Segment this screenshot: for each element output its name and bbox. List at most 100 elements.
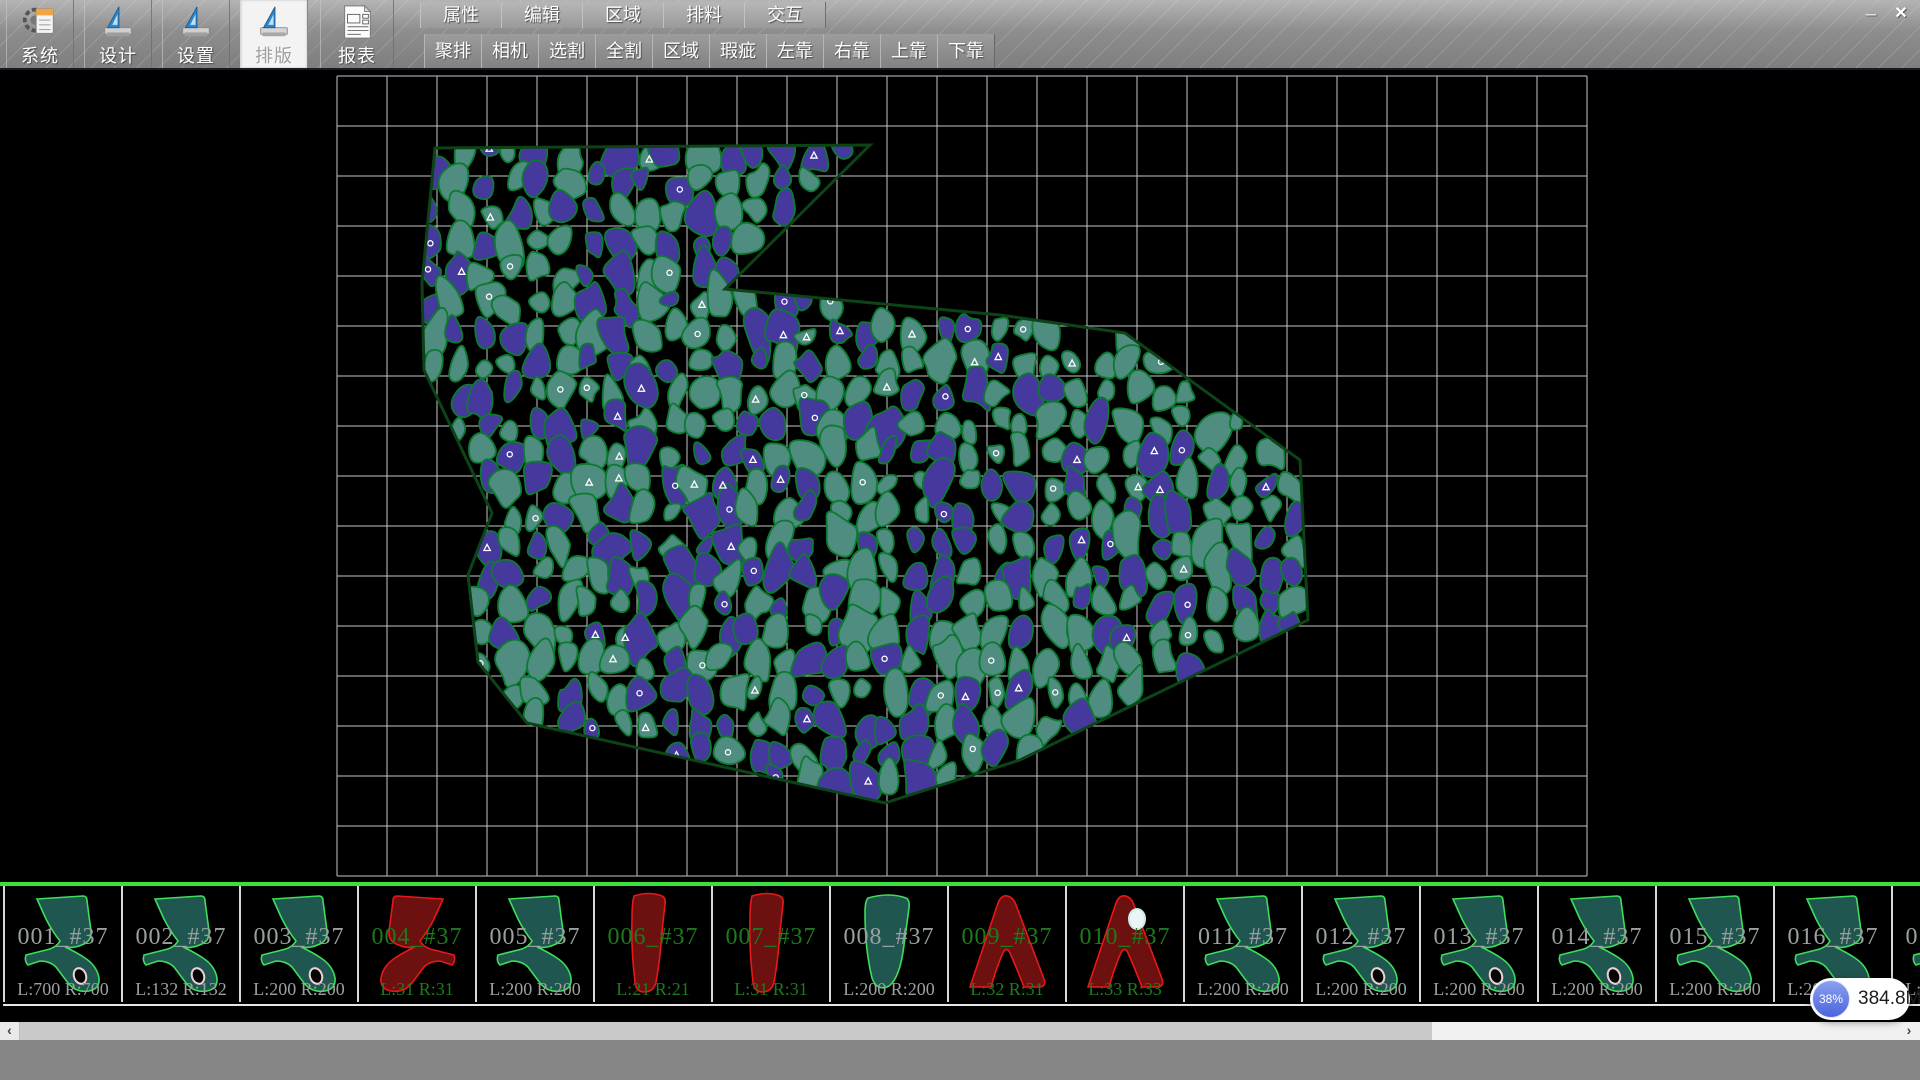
nested-piece[interactable] xyxy=(582,196,604,223)
thumbnail-cell[interactable]: 012_#37L:200 R:200 xyxy=(1303,886,1421,1002)
nested-piece[interactable] xyxy=(1194,412,1234,455)
nested-piece[interactable] xyxy=(497,141,518,164)
tool-button-cluster[interactable]: 聚排 xyxy=(424,34,482,68)
nested-piece[interactable] xyxy=(843,458,883,506)
nested-piece[interactable] xyxy=(952,557,984,589)
nested-piece[interactable] xyxy=(714,324,739,354)
menu-tab-nesting[interactable]: 排料 xyxy=(663,2,745,28)
nested-piece[interactable] xyxy=(500,368,526,405)
thumbnail-cell[interactable]: 003_#37L:200 R:200 xyxy=(241,886,359,1002)
thumbnail-cell[interactable]: 015_#37L:200 R:200 xyxy=(1657,886,1775,1002)
minimize-button[interactable]: ─ xyxy=(1858,4,1884,24)
thumbnail-cell[interactable]: 005_#37L:200 R:200 xyxy=(477,886,595,1002)
nested-piece[interactable] xyxy=(528,376,547,402)
nested-piece[interactable] xyxy=(544,221,574,257)
menu-tab-properties[interactable]: 属性 xyxy=(420,2,502,28)
nested-piece[interactable] xyxy=(898,377,925,413)
nested-piece[interactable] xyxy=(1063,379,1087,408)
nested-piece[interactable] xyxy=(1254,525,1276,551)
tool-button-align-left[interactable]: 左靠 xyxy=(766,34,824,68)
tool-button-region[interactable]: 区域 xyxy=(652,34,710,68)
nested-piece[interactable] xyxy=(1000,498,1036,534)
nested-piece[interactable] xyxy=(758,406,787,441)
close-button[interactable]: ✕ xyxy=(1888,4,1914,24)
nested-piece[interactable] xyxy=(769,186,800,228)
nested-piece[interactable] xyxy=(716,374,747,414)
nested-piece[interactable] xyxy=(876,529,895,555)
thumbnail-cell[interactable]: 004_#37L:31 R:31 xyxy=(359,886,477,1002)
nested-piece[interactable] xyxy=(1005,430,1034,467)
nested-piece[interactable] xyxy=(1087,582,1117,619)
nested-piece[interactable] xyxy=(703,639,735,675)
nested-piece[interactable] xyxy=(931,382,958,413)
thumbnail-cell[interactable]: 013_#37L:200 R:200 xyxy=(1421,886,1539,1002)
nested-piece[interactable] xyxy=(741,195,770,225)
nested-piece[interactable] xyxy=(631,578,661,618)
nested-piece[interactable] xyxy=(819,574,848,610)
layout-button[interactable]: 排版 xyxy=(240,0,308,68)
nested-piece[interactable] xyxy=(852,677,872,698)
nested-piece[interactable] xyxy=(586,669,610,703)
menu-tab-interaction[interactable]: 交互 xyxy=(744,2,826,28)
nested-piece[interactable] xyxy=(816,287,846,323)
nested-piece[interactable] xyxy=(613,709,634,738)
thumbnail-cell[interactable]: 011_#37L:200 R:200 xyxy=(1185,886,1303,1002)
tool-button-align-right[interactable]: 右靠 xyxy=(823,34,881,68)
nested-piece[interactable] xyxy=(987,444,1006,464)
nested-piece[interactable] xyxy=(1152,539,1173,561)
nested-piece[interactable] xyxy=(524,504,545,533)
tool-button-cut-all[interactable]: 全割 xyxy=(595,34,653,68)
nested-piece[interactable] xyxy=(984,676,1007,709)
thumbnail-cell[interactable]: 006_#37L:21 R:21 xyxy=(595,886,713,1002)
nested-piece[interactable] xyxy=(1000,470,1037,505)
design-button[interactable]: 设计 xyxy=(84,0,152,68)
nested-piece[interactable] xyxy=(576,586,596,616)
nested-piece[interactable] xyxy=(988,316,1012,342)
nested-piece[interactable] xyxy=(693,442,712,465)
nested-piece[interactable] xyxy=(558,642,578,671)
menu-tab-region[interactable]: 区域 xyxy=(582,2,664,28)
nested-piece[interactable] xyxy=(1281,500,1311,540)
nested-piece[interactable] xyxy=(906,526,927,554)
tool-button-camera[interactable]: 相机 xyxy=(481,34,539,68)
nested-piece[interactable] xyxy=(876,552,899,582)
nested-piece[interactable] xyxy=(959,419,980,446)
nested-piece[interactable] xyxy=(520,459,553,497)
scrollbar-thumb[interactable] xyxy=(20,1022,1432,1040)
nested-piece[interactable] xyxy=(1203,628,1224,654)
nested-piece[interactable] xyxy=(687,373,724,412)
nested-piece[interactable] xyxy=(903,562,928,590)
tool-button-select-cut[interactable]: 选割 xyxy=(538,34,596,68)
nested-piece[interactable] xyxy=(528,291,551,313)
nested-piece[interactable] xyxy=(1171,405,1191,428)
thumbnail-cell[interactable]: 008_#37L:200 R:200 xyxy=(831,886,949,1002)
nested-piece[interactable] xyxy=(448,345,470,383)
nested-piece[interactable] xyxy=(525,251,550,282)
thumbnail-cell[interactable]: 007_#37L:31 R:31 xyxy=(713,886,831,1002)
nesting-canvas[interactable] xyxy=(0,70,1920,882)
tool-button-align-bottom[interactable]: 下靠 xyxy=(937,34,995,68)
nested-piece[interactable] xyxy=(661,708,680,736)
system-button[interactable]: 系统 xyxy=(6,0,74,68)
nested-piece[interactable] xyxy=(628,487,657,526)
nested-piece[interactable] xyxy=(913,496,932,524)
nested-piece[interactable] xyxy=(792,488,818,523)
settings-button[interactable]: 设置 xyxy=(162,0,230,68)
nested-piece[interactable] xyxy=(464,430,498,465)
nested-piece[interactable] xyxy=(629,315,665,357)
thumbnail-cell[interactable]: 009_#37L:32 R:31 xyxy=(949,886,1067,1002)
scroll-right-arrow[interactable]: › xyxy=(1900,1022,1918,1040)
nested-piece[interactable] xyxy=(661,500,682,524)
horizontal-scrollbar[interactable]: ‹ › xyxy=(0,1022,1920,1040)
nested-piece[interactable] xyxy=(1175,652,1206,695)
tool-button-align-top[interactable]: 上靠 xyxy=(880,34,938,68)
nested-piece[interactable] xyxy=(747,712,767,737)
nested-piece[interactable] xyxy=(712,408,734,431)
nested-piece[interactable] xyxy=(544,369,580,411)
nested-piece[interactable] xyxy=(606,189,638,230)
nested-piece[interactable] xyxy=(1151,638,1177,673)
nested-piece[interactable] xyxy=(1094,472,1118,506)
report-button[interactable]: 报表 xyxy=(320,0,394,68)
thumbnail-cell[interactable]: 001_#37L:700 R:700 xyxy=(3,886,123,1002)
nested-piece[interactable] xyxy=(1231,496,1254,521)
